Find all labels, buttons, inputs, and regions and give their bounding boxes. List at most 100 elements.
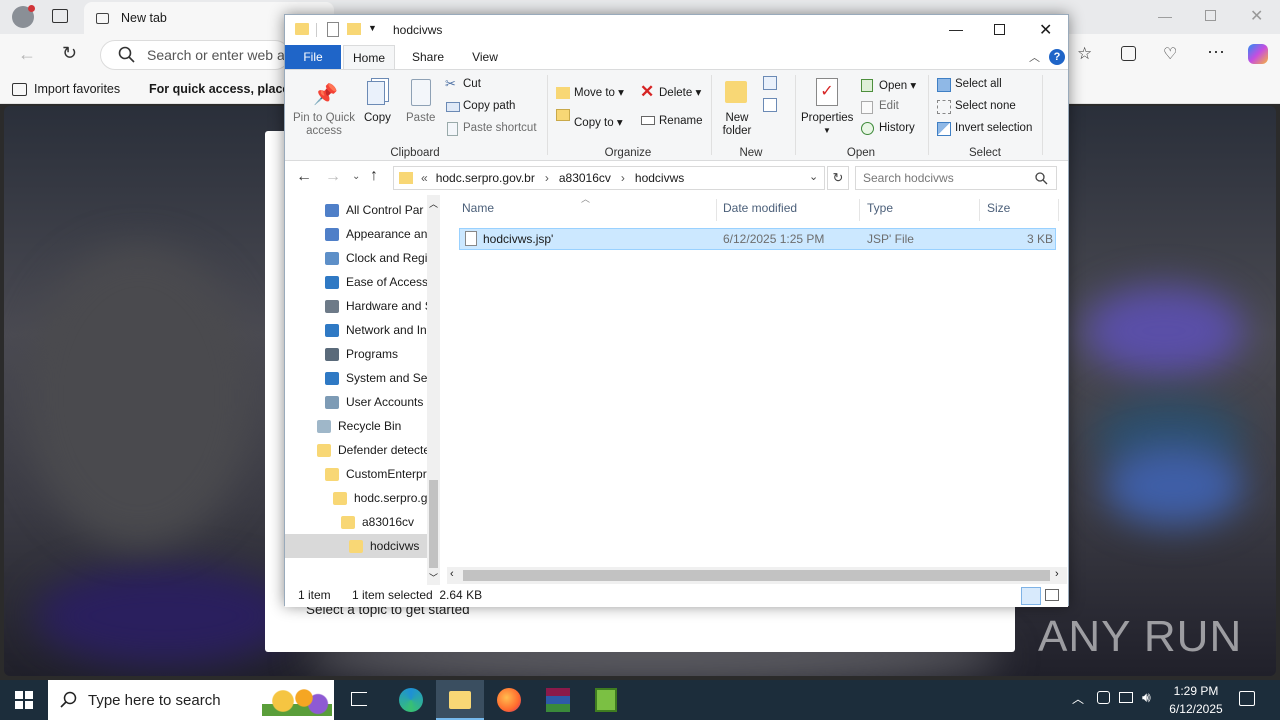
- nav-item[interactable]: All Control Par: [285, 198, 427, 222]
- notepad-taskbar-icon[interactable]: [595, 688, 617, 712]
- task-view-icon[interactable]: [351, 692, 367, 706]
- minimize-button[interactable]: —: [949, 21, 963, 37]
- clock-time[interactable]: 1:29 PM: [1166, 684, 1226, 698]
- edge-taskbar-icon[interactable]: [399, 688, 423, 712]
- properties-quick-icon[interactable]: [327, 22, 339, 37]
- network-icon[interactable]: [1119, 692, 1133, 703]
- favorites-star-icon[interactable]: ☆: [1077, 44, 1092, 64]
- volume-icon[interactable]: 🔊︎: [1142, 689, 1151, 706]
- refresh-icon[interactable]: ↻: [62, 43, 77, 64]
- tab-view[interactable]: View: [460, 45, 510, 69]
- horizontal-scrollbar[interactable]: ‹ ›: [447, 567, 1067, 584]
- file-name[interactable]: hodcivws.jsp': [483, 232, 553, 246]
- nav-item[interactable]: Defender detecte: [285, 438, 427, 462]
- new-folder-button[interactable]: New folder: [717, 112, 757, 138]
- scroll-thumb[interactable]: [463, 570, 1050, 581]
- winrar-taskbar-icon[interactable]: [546, 688, 570, 712]
- pin-to-quick-access-button[interactable]: Pin to Quick access: [289, 112, 359, 138]
- browser-minimize-button[interactable]: —: [1158, 8, 1172, 24]
- rename-button[interactable]: Rename: [659, 115, 702, 127]
- cut-button[interactable]: Cut: [463, 78, 481, 90]
- firefox-taskbar-icon[interactable]: [497, 688, 521, 712]
- details-view-icon[interactable]: [1021, 587, 1041, 605]
- new-item-icon[interactable]: [763, 76, 777, 90]
- forward-arrow-icon[interactable]: →: [325, 168, 341, 186]
- recent-locations-chevron-icon[interactable]: ⌄: [352, 171, 360, 182]
- copy-path-button[interactable]: Copy path: [463, 100, 515, 112]
- browser-close-button[interactable]: ✕: [1250, 6, 1263, 26]
- quick-access-dropdown-icon[interactable]: ▼: [368, 23, 377, 33]
- nav-item[interactable]: hodc.serpro.g: [285, 486, 427, 510]
- nav-item[interactable]: Clock and Regi: [285, 246, 427, 270]
- tab-home[interactable]: Home: [343, 45, 395, 69]
- nav-item[interactable]: System and Sec: [285, 366, 427, 390]
- easy-access-icon[interactable]: [763, 98, 777, 112]
- nav-item[interactable]: Hardware and S: [285, 294, 427, 318]
- nav-item[interactable]: hodcivws: [285, 534, 427, 558]
- help-icon[interactable]: ?: [1049, 49, 1065, 65]
- tab-actions-icon[interactable]: [52, 9, 68, 23]
- navigation-scrollbar[interactable]: ︿ ﹀: [427, 195, 440, 585]
- copilot-icon[interactable]: [1248, 44, 1268, 64]
- scroll-up-icon[interactable]: ︿: [429, 197, 438, 210]
- select-all-button[interactable]: Select all: [955, 78, 1002, 90]
- new-folder-quick-icon[interactable]: [347, 23, 361, 35]
- collapse-ribbon-icon[interactable]: ︿: [1029, 49, 1040, 65]
- delete-button[interactable]: Delete ▾: [659, 85, 701, 99]
- nav-item[interactable]: Ease of Access: [285, 270, 427, 294]
- breadcrumb-item[interactable]: hodcivws: [635, 171, 684, 185]
- browser-restore-button[interactable]: [1205, 10, 1216, 21]
- properties-dropdown-icon[interactable]: ▼: [823, 126, 831, 135]
- nav-item[interactable]: User Accounts: [285, 390, 427, 414]
- address-dropdown-icon[interactable]: ⌄: [809, 170, 818, 183]
- windows-start-icon[interactable]: [15, 691, 33, 709]
- nav-item[interactable]: Appearance an: [285, 222, 427, 246]
- paste-button[interactable]: Paste: [406, 112, 435, 124]
- show-hidden-icons-chevron[interactable]: ︿: [1072, 690, 1084, 707]
- maximize-button[interactable]: [994, 24, 1005, 35]
- import-favorites-link[interactable]: Import favorites: [34, 82, 120, 96]
- paste-shortcut-button[interactable]: Paste shortcut: [463, 122, 537, 134]
- nav-item[interactable]: Recycle Bin: [285, 414, 427, 438]
- column-header-size[interactable]: Size: [987, 201, 1010, 215]
- close-button[interactable]: ✕: [1039, 20, 1052, 40]
- nav-item[interactable]: CustomEnterpr: [285, 462, 427, 486]
- select-none-button[interactable]: Select none: [955, 100, 1016, 112]
- back-arrow-icon[interactable]: ←: [296, 168, 312, 186]
- clock-date[interactable]: 6/12/2025: [1162, 702, 1230, 716]
- breadcrumb-item[interactable]: a83016cv: [559, 171, 611, 185]
- back-arrow-icon[interactable]: ←: [18, 44, 36, 65]
- tab-share[interactable]: Share: [403, 45, 453, 69]
- up-arrow-icon[interactable]: ↑: [370, 167, 378, 185]
- nav-item[interactable]: Programs: [285, 342, 427, 366]
- copy-button[interactable]: Copy: [364, 112, 391, 124]
- large-icons-view-icon[interactable]: [1045, 589, 1059, 601]
- column-header-type[interactable]: Type: [867, 201, 893, 215]
- nav-item[interactable]: Network and In: [285, 318, 427, 342]
- notifications-icon[interactable]: [1239, 691, 1255, 706]
- edit-button[interactable]: Edit: [879, 100, 899, 112]
- move-to-button[interactable]: Move to ▾: [574, 85, 624, 99]
- settings-more-icon[interactable]: ⋯: [1207, 42, 1225, 63]
- open-button[interactable]: Open ▾: [879, 78, 916, 92]
- column-header-name[interactable]: Name: [462, 201, 494, 215]
- search-input[interactable]: Search hodcivws: [855, 166, 1057, 190]
- breadcrumb-overflow[interactable]: «: [421, 171, 428, 185]
- copy-to-button[interactable]: Copy to ▾: [574, 115, 623, 129]
- browser-essentials-icon[interactable]: ♡: [1163, 44, 1177, 64]
- column-header-date[interactable]: Date modified: [723, 201, 797, 215]
- scroll-down-icon[interactable]: ﹀: [429, 571, 438, 584]
- scroll-right-icon[interactable]: ›: [1055, 568, 1059, 580]
- scroll-thumb[interactable]: [429, 480, 438, 568]
- breadcrumb-item[interactable]: hodc.serpro.gov.br: [436, 171, 535, 185]
- refresh-icon[interactable]: ↻: [827, 166, 849, 190]
- history-button[interactable]: History: [879, 122, 915, 134]
- breadcrumb[interactable]: « hodc.serpro.gov.br › a83016cv › hodciv…: [393, 166, 825, 190]
- scroll-left-icon[interactable]: ‹: [450, 568, 454, 580]
- tab-file[interactable]: File: [285, 45, 341, 69]
- meet-now-icon[interactable]: [1097, 691, 1110, 704]
- invert-selection-button[interactable]: Invert selection: [955, 122, 1032, 134]
- properties-button[interactable]: Properties: [801, 112, 853, 124]
- collections-icon[interactable]: [1121, 46, 1136, 61]
- nav-item[interactable]: a83016cv: [285, 510, 427, 534]
